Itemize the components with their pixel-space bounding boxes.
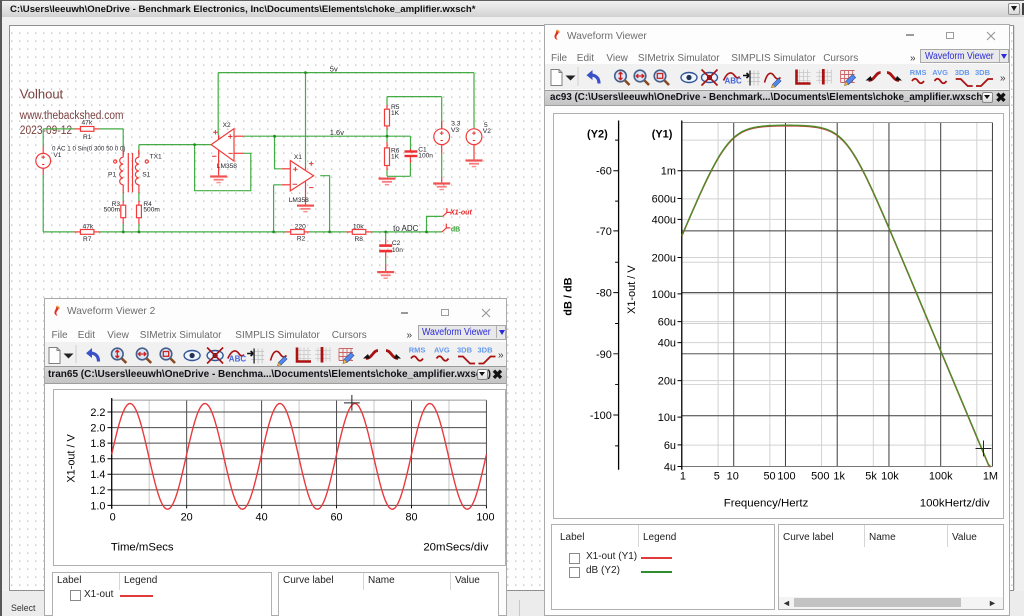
svg-text:3DB: 3DB [478,346,494,355]
svg-text:RMS: RMS [910,68,927,77]
svg-text:1M: 1M [982,470,997,482]
svg-text:500m: 500m [143,207,160,214]
svg-text:R7: R7 [83,236,92,243]
svg-text:5: 5 [713,470,719,482]
svg-text:600u: 600u [651,193,675,205]
svg-text:www.thebackshed.com: www.thebackshed.com [19,110,123,122]
svg-text:220: 220 [295,223,306,230]
svg-text:100: 100 [476,512,494,524]
svg-text:X1-out / V: X1-out / V [65,433,77,482]
svg-text:1k: 1k [833,470,845,482]
svg-text:1.0: 1.0 [90,500,105,512]
svg-text:20mSecs/div: 20mSecs/div [423,541,488,553]
svg-text:to ADC: to ADC [393,224,419,233]
svg-text:TX1: TX1 [150,154,162,161]
svg-text:1.6v: 1.6v [330,128,344,137]
svg-text:400u: 400u [651,214,675,226]
svg-text:3DB: 3DB [955,68,971,77]
svg-text:60: 60 [331,512,343,524]
svg-text:1.4: 1.4 [90,469,105,481]
svg-text:Volhout: Volhout [20,87,64,102]
svg-text:20u: 20u [657,375,675,387]
svg-text:100kHertz/div: 100kHertz/div [919,497,989,509]
svg-text:50: 50 [763,470,775,482]
svg-text:Frequency/Hertz: Frequency/Hertz [723,497,808,509]
svg-text:4u: 4u [663,461,675,473]
svg-text:47k: 47k [82,120,93,127]
svg-text:1.2: 1.2 [90,485,105,497]
svg-text:R8: R8 [355,236,364,243]
svg-text:60u: 60u [657,316,675,328]
svg-text:-100: -100 [589,409,611,421]
svg-text:200u: 200u [651,252,675,264]
svg-text:X1: X1 [294,154,302,161]
svg-text:500m: 500m [104,207,121,214]
svg-text:10: 10 [726,470,738,482]
svg-text:AVG: AVG [932,68,948,77]
svg-text:3DB: 3DB [975,68,991,77]
svg-text:100: 100 [777,470,795,482]
svg-text:40u: 40u [657,337,675,349]
svg-text:3DB: 3DB [457,346,473,355]
svg-text:10n: 10n [392,247,403,254]
svg-text:(Y2): (Y2) [587,128,608,140]
svg-text:-60: -60 [596,165,612,177]
svg-text:0 AC 1 0 Sin(0 300 50 0 0): 0 AC 1 0 Sin(0 300 50 0 0) [52,145,126,152]
svg-text:10k: 10k [881,470,899,482]
svg-text:dB: dB [451,226,460,233]
svg-text:C2: C2 [392,240,401,247]
svg-text:X1-out: X1-out [449,210,472,217]
svg-text:500: 500 [811,470,829,482]
svg-text:»: » [498,350,504,361]
svg-text:10u: 10u [657,412,675,424]
svg-text:10k: 10k [353,224,364,231]
svg-text:-70: -70 [596,225,612,237]
svg-text:»: » [1000,73,1006,84]
svg-text:6u: 6u [663,439,675,451]
svg-text:dB / dB: dB / dB [562,277,574,315]
svg-text:LM358: LM358 [289,197,309,204]
svg-text:X2: X2 [223,122,231,129]
svg-text:47k: 47k [83,223,94,230]
svg-text:P1: P1 [108,171,116,178]
svg-text:5v: 5v [330,65,338,74]
svg-text:20: 20 [181,512,193,524]
svg-text:100u: 100u [651,288,675,300]
svg-text:1.8: 1.8 [90,438,105,450]
svg-text:X1-out / V: X1-out / V [626,264,638,313]
svg-text:LM358: LM358 [217,163,237,170]
svg-text:-90: -90 [596,348,612,360]
svg-text:100k: 100k [928,470,952,482]
svg-text:1K: 1K [391,153,400,160]
svg-text:S1: S1 [142,171,150,178]
svg-text:2.0: 2.0 [90,422,105,434]
svg-text:80: 80 [405,512,417,524]
svg-text:Time/mSecs: Time/mSecs [111,541,174,553]
svg-text:100n: 100n [418,153,433,160]
svg-text:-80: -80 [596,287,612,299]
svg-text:R2: R2 [297,236,306,243]
svg-text:(Y1): (Y1) [651,128,672,140]
svg-text:V3: V3 [451,127,459,134]
svg-text:2023-09-12: 2023-09-12 [20,123,73,137]
svg-text:AVG: AVG [434,346,450,355]
svg-text:1K: 1K [391,110,400,117]
svg-text:1: 1 [679,470,685,482]
svg-text:0: 0 [110,512,116,524]
svg-text:2.2: 2.2 [90,407,105,419]
svg-text:5k: 5k [865,470,877,482]
svg-text:RMS: RMS [409,346,426,355]
svg-text:V2: V2 [483,128,491,135]
svg-text:1.6: 1.6 [90,453,105,465]
svg-text:V1: V1 [53,152,61,159]
svg-text:R1: R1 [83,134,92,141]
svg-text:40: 40 [256,512,268,524]
svg-text:1m: 1m [660,165,675,177]
